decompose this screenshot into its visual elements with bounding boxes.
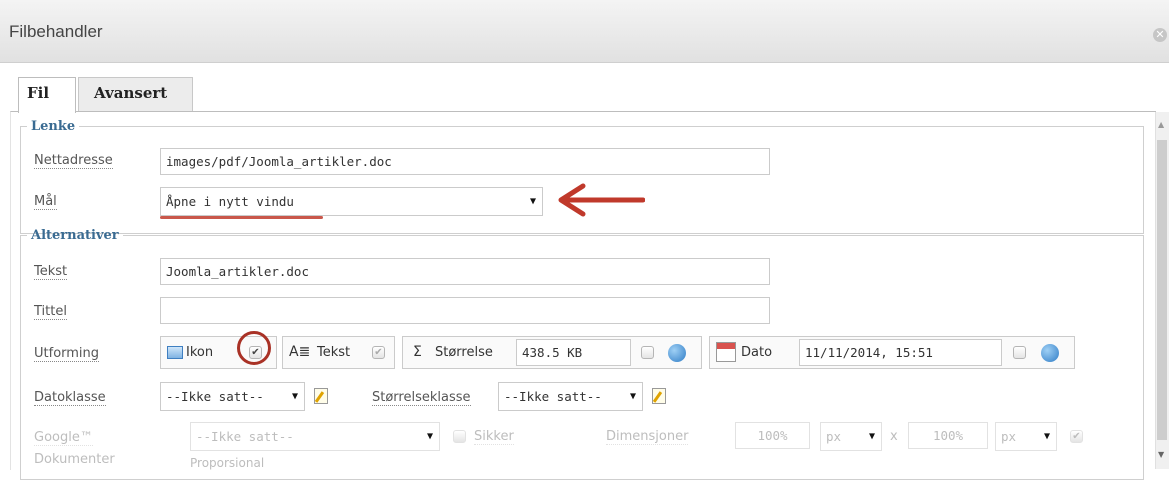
date-checkbox[interactable] — [1013, 346, 1026, 359]
width-input[interactable]: 100% — [735, 422, 810, 449]
height-unit-select[interactable]: px ▼ — [995, 422, 1057, 451]
chevron-down-icon: ▼ — [291, 391, 298, 402]
date-option: Dato 11/11/2014, 15:51 — [709, 336, 1075, 369]
dialog-titlebar: Filbehandler ✕ — [0, 0, 1169, 63]
chevron-down-icon: ▼ — [426, 431, 433, 442]
size-label: Størrelse — [435, 345, 493, 360]
text-input[interactable]: Joomla_artikler.doc — [160, 258, 770, 285]
scroll-down-icon[interactable]: ▼ — [1158, 450, 1164, 459]
tab-fil[interactable]: Fil — [18, 77, 76, 113]
date-input[interactable]: 11/11/2014, 15:51 — [799, 339, 1002, 366]
dateclass-select-value: --Ikke satt-- — [166, 389, 264, 404]
url-input[interactable]: images/pdf/Joomla_artikler.doc — [160, 148, 770, 175]
icon-icon — [167, 346, 183, 359]
alternativer-legend: Alternativer — [31, 228, 119, 243]
chevron-down-icon: ▼ — [868, 431, 875, 442]
secure-label: Sikker — [474, 429, 514, 445]
dimensions-label: Dimensjoner — [606, 429, 689, 445]
google-select[interactable]: --Ikke satt-- ▼ — [190, 422, 440, 451]
annotation-circle — [237, 331, 271, 365]
target-select[interactable]: Åpne i nytt vindu ▼ — [160, 187, 543, 216]
layout-label: Utforming — [34, 346, 100, 362]
text-format-icon: A≣ — [289, 344, 311, 360]
date-refresh-icon[interactable] — [1041, 344, 1059, 362]
lenke-legend: Lenke — [31, 119, 76, 134]
times-label: x — [890, 429, 898, 444]
calendar-icon — [716, 342, 736, 362]
annotation-arrow-icon — [558, 183, 645, 217]
height-unit-value: px — [1001, 429, 1017, 444]
date-label: Dato — [741, 345, 773, 360]
chevron-down-icon: ▼ — [529, 196, 536, 207]
tekst-option: A≣ Tekst ✔ — [282, 336, 395, 369]
size-input[interactable]: 438.5 KB — [516, 339, 631, 366]
scroll-up-icon[interactable]: ▲ — [1158, 120, 1164, 129]
secure-checkbox[interactable] — [453, 430, 466, 443]
tekst-option-label: Tekst — [317, 345, 351, 360]
proportional-checkbox[interactable]: ✔ — [1070, 430, 1083, 443]
ikon-label: Ikon — [186, 345, 214, 360]
dialog-title: Filbehandler — [9, 22, 103, 41]
title-input[interactable] — [160, 297, 770, 324]
width-unit-select[interactable]: px ▼ — [820, 422, 882, 451]
target-select-value: Åpne i nytt vindu — [166, 194, 294, 209]
tekst-checkbox[interactable]: ✔ — [372, 346, 385, 359]
scrollbar-thumb[interactable] — [1157, 140, 1167, 440]
height-input[interactable]: 100% — [908, 422, 988, 449]
edit-icon[interactable] — [652, 388, 666, 404]
refresh-icon[interactable] — [668, 344, 686, 362]
sigma-icon: Σ — [413, 344, 422, 360]
target-label: Mål — [34, 194, 57, 210]
google-label-2: Dokumenter — [34, 452, 115, 467]
dateclass-select[interactable]: --Ikke satt-- ▼ — [160, 382, 305, 411]
edit-icon[interactable] — [314, 388, 328, 404]
chevron-down-icon: ▼ — [629, 391, 636, 402]
sizeclass-select-value: --Ikke satt-- — [504, 389, 602, 404]
google-select-value: --Ikke satt-- — [196, 429, 294, 444]
width-unit-value: px — [826, 429, 842, 444]
annotation-underline — [160, 216, 323, 219]
size-checkbox[interactable] — [641, 346, 654, 359]
tab-avansert[interactable]: Avansert — [78, 77, 193, 112]
dateclass-label: Datoklasse — [34, 390, 106, 406]
close-icon[interactable]: ✕ — [1153, 28, 1167, 42]
proportional-label: Proporsional — [190, 456, 265, 470]
chevron-down-icon: ▼ — [1043, 431, 1050, 442]
title-label: Tittel — [34, 304, 67, 320]
url-label: Nettadresse — [34, 153, 113, 169]
text-label: Tekst — [34, 264, 68, 280]
sizeclass-label: Størrelseklasse — [372, 390, 471, 406]
sizeclass-select[interactable]: --Ikke satt-- ▼ — [498, 382, 643, 411]
size-option: Σ Størrelse 438.5 KB — [402, 336, 702, 369]
google-label: Google™ — [34, 430, 93, 446]
